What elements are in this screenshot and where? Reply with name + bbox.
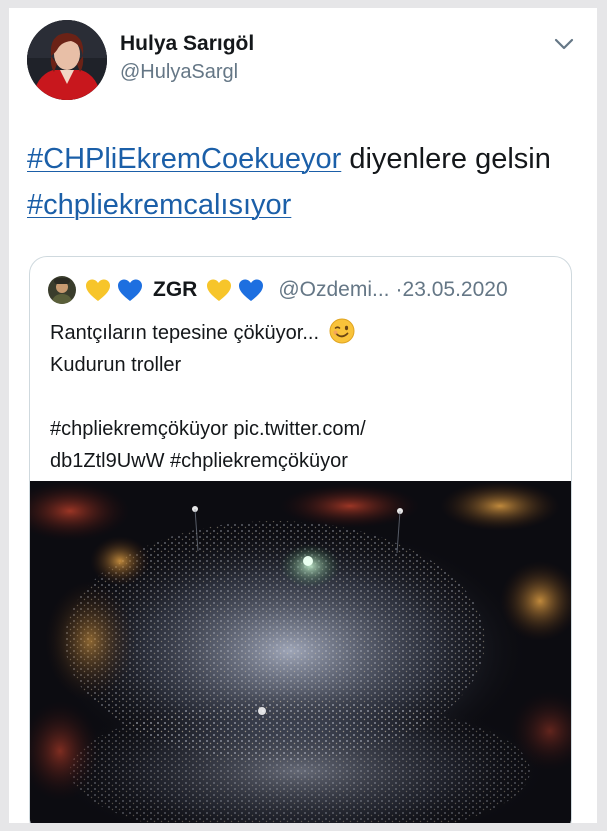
author-display-name[interactable]: Hulya Sarıgöl <box>120 32 254 56</box>
quoted-author-name[interactable]: ZGR <box>153 278 197 302</box>
blue-heart-icon <box>118 279 142 301</box>
quoted-tweet[interactable]: ZGR @Ozdemi... · 23.05.2020 Rantçıların … <box>29 256 572 823</box>
yellow-heart-icon <box>86 279 110 301</box>
chevron-down-icon[interactable] <box>553 36 575 52</box>
author-handle[interactable]: @HulyaSargl <box>120 61 238 84</box>
author-avatar[interactable] <box>27 20 107 100</box>
quoted-text-line-3[interactable]: #chpliekremçöküyor pic.twitter.com/ <box>50 413 550 445</box>
quoted-text-line: Rantçıların tepesine çöküyor... <box>50 317 550 349</box>
quoted-media-image[interactable] <box>30 481 571 823</box>
crowd-photo <box>30 481 571 823</box>
blue-heart-icon <box>239 279 264 301</box>
quoted-tweet-body: Rantçıların tepesine çöküyor... Kudurun … <box>50 317 550 477</box>
hashtag-link[interactable]: #CHPliEkremCoekueyor <box>27 143 341 175</box>
quoted-date[interactable]: 23.05.2020 <box>403 278 508 302</box>
tweet-text: #CHPliEkremCoekueyor diyenlere gelsin #c… <box>27 136 587 228</box>
quoted-author-handle[interactable]: @Ozdemi... <box>278 278 389 302</box>
quoted-text-line-4[interactable]: db1Ztl9UwW #chpliekremçöküyor <box>50 445 550 477</box>
quoted-author-avatar[interactable] <box>48 276 76 304</box>
yellow-heart-icon <box>207 279 232 301</box>
hashtag-link[interactable]: #chpliekremcalısıyor <box>27 189 291 221</box>
quoted-tweet-header: ZGR @Ozdemi... · 23.05.2020 <box>48 273 508 307</box>
winking-face-icon <box>329 318 355 344</box>
quoted-text-line-2: Kudurun troller <box>50 354 182 376</box>
quoted-text-line-1: Rantçıların tepesine çöküyor... <box>50 322 320 344</box>
quoted-separator: · <box>395 278 403 301</box>
tweet-card[interactable]: Hulya Sarıgöl @HulyaSargl #CHPliEkremCoe… <box>9 8 597 823</box>
tweet-body-text: diyenlere gelsin <box>341 143 551 175</box>
